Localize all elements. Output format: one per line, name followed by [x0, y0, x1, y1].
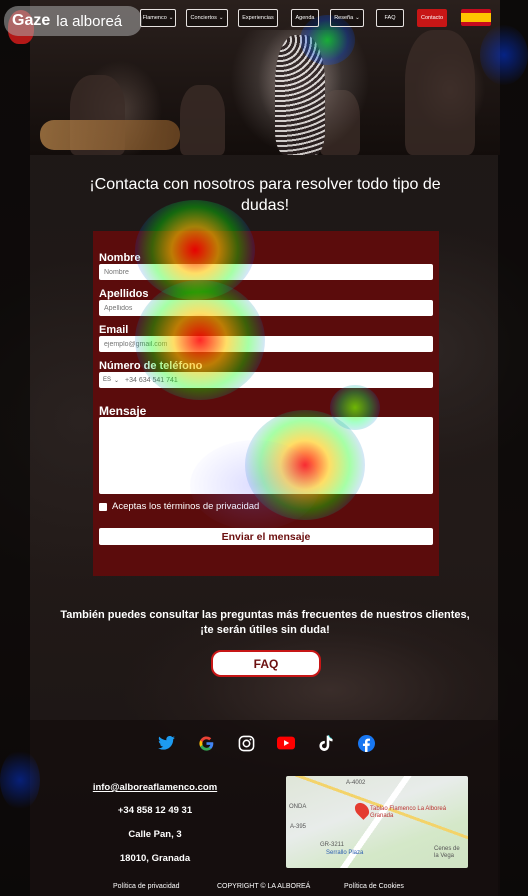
facebook-icon[interactable] [357, 734, 375, 752]
nav-item-faq[interactable]: FAQ [376, 9, 404, 27]
dancer-female-figure [275, 35, 325, 155]
email-label: Email [99, 324, 129, 336]
terms-label: Aceptas los términos de privacidad [112, 501, 260, 512]
map-road-label: A-4002 [346, 780, 366, 786]
location-map[interactable]: Tablao Flamenco La Alboreá Granada A-400… [286, 776, 468, 868]
nav-item-label: Agenda [295, 15, 315, 21]
chevron-down-icon: ⌄ [355, 15, 360, 21]
email-input[interactable] [99, 336, 433, 352]
faq-text-line1: También puedes consultar las preguntas m… [60, 609, 470, 621]
map-area-label: ONDA [289, 804, 307, 810]
map-pin-icon [352, 800, 372, 820]
gaze-label: Gaze [12, 12, 51, 29]
nav-item-conciertos[interactable]: Conciertos ⌄ [186, 9, 228, 27]
nav-item-agenda[interactable]: Agenda [291, 9, 319, 27]
contact-form: Nombre Apellidos Email Número de teléfon… [93, 231, 439, 576]
surname-label: Apellidos [99, 288, 149, 300]
phone-country-code[interactable]: ES [103, 377, 111, 383]
map-plaza-label: Serrallo Plaza [326, 850, 364, 856]
name-input[interactable] [99, 264, 433, 280]
right-margin-shade [498, 0, 528, 896]
message-textarea[interactable] [99, 417, 433, 494]
terms-row[interactable]: Aceptas los términos de privacidad [99, 501, 259, 512]
map-road-label-2: GR-3211 [320, 842, 344, 848]
dancer-male-figure [405, 30, 475, 155]
phone-placeholder: +34 634 541 741 [125, 376, 178, 384]
chevron-down-icon: ⌄ [218, 15, 224, 21]
nav-item-label: Conciertos [190, 15, 217, 21]
footer-email-link[interactable]: info@alboreaflamenco.com [85, 782, 225, 793]
nav-item-label: Flamenco [142, 15, 167, 21]
nav-item-resena[interactable]: Reseña ⌄ [330, 9, 364, 27]
nav-item-contacto[interactable]: Contacto [417, 9, 447, 27]
terms-checkbox[interactable] [99, 502, 107, 511]
faq-text: También puedes consultar las preguntas m… [30, 608, 500, 638]
phone-input[interactable]: ES ⌄ +34 634 541 741 [99, 372, 433, 388]
privacy-policy-link[interactable]: Política de privacidad [113, 883, 180, 890]
tiktok-icon[interactable] [317, 734, 335, 752]
cookies-policy-link[interactable]: Política de Cookies [344, 883, 404, 890]
chevron-down-icon[interactable]: ⌄ [114, 377, 119, 384]
footer-street: Calle Pan, 3 [128, 829, 182, 840]
left-margin-shade [0, 0, 30, 896]
copyright-text: COPYRIGHT © LA ALBOREÁ [217, 883, 311, 890]
singer-figure [180, 85, 225, 155]
spain-flag-icon[interactable] [461, 9, 491, 26]
map-place-label: Tablao Flamenco La Alboreá Granada [370, 806, 447, 819]
map-highway-label: A-395 [290, 824, 307, 830]
nav-item-label: FAQ [384, 15, 396, 21]
footer-city: 18010, Granada [119, 853, 191, 864]
youtube-icon[interactable] [277, 734, 295, 752]
nav-item-label: Contacto [420, 15, 443, 21]
instagram-icon[interactable] [237, 734, 255, 752]
map-town-label: Cenes de la Vega [434, 846, 460, 859]
guitar-image [40, 120, 180, 150]
nav-item-experiencias[interactable]: Experiencias [238, 9, 278, 27]
twitter-icon[interactable] [157, 734, 175, 752]
surname-input[interactable] [99, 300, 433, 316]
send-message-button[interactable]: Enviar el mensaje [99, 528, 433, 545]
name-label: Nombre [99, 252, 141, 264]
google-icon[interactable] [197, 734, 215, 752]
nav-item-flamenco[interactable]: Flamenco ⌄ [140, 9, 176, 27]
faq-text-line2: ¡te serán útiles sin duda! [200, 624, 330, 636]
chevron-down-icon: ⌄ [168, 15, 174, 21]
nav-item-label: Experiencias [242, 15, 274, 21]
phone-label: Número de teléfono [99, 360, 203, 372]
gaze-overlay-badge: Gaze la alboreá [4, 6, 142, 36]
contact-heading: ¡Contacta con nosotros para resolver tod… [89, 176, 441, 214]
nav-item-label: Reseña [334, 15, 354, 21]
site-logo-text: la alboreá [56, 12, 123, 30]
message-label: Mensaje [99, 404, 147, 418]
faq-button[interactable]: FAQ [211, 650, 321, 677]
footer-phone: +34 858 12 49 31 [117, 805, 193, 816]
